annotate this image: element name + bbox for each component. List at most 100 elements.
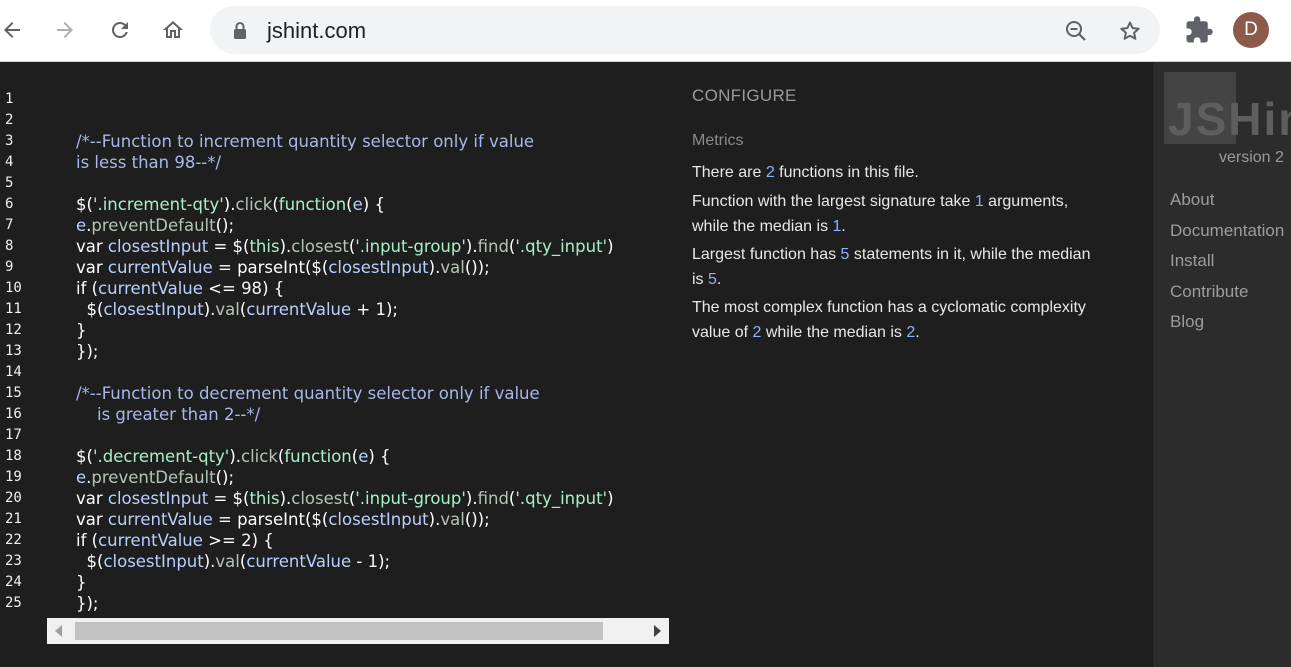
back-button[interactable] <box>0 14 28 46</box>
code-token: 98 <box>241 279 263 298</box>
code-token: var <box>76 237 108 256</box>
line-number: 11 <box>5 301 22 317</box>
extensions-button[interactable] <box>1184 15 1214 45</box>
code-token: /*--Function to increment quantity selec… <box>76 132 535 151</box>
code-token: is greater than 2--*/ <box>76 405 261 424</box>
arrow-right-icon <box>57 22 73 38</box>
code-token: if ( <box>76 279 99 298</box>
code-line[interactable]: e.preventDefault(); <box>76 215 669 236</box>
code-token: closest <box>291 489 349 508</box>
version-label: version 2 <box>1219 149 1284 166</box>
code-token: ) <box>607 489 614 508</box>
code-token: ) { <box>368 447 391 466</box>
code-token: = $( <box>208 237 250 256</box>
nav-link-contribute[interactable]: Contribute <box>1170 282 1248 302</box>
nav-link-about[interactable]: About <box>1170 190 1214 210</box>
scrollbar-thumb[interactable] <box>75 622 603 640</box>
line-number: 8 <box>5 238 14 254</box>
code-token: (); <box>215 216 235 235</box>
code-line[interactable]: e.preventDefault(); <box>76 467 669 488</box>
code-token: ) <box>607 237 614 256</box>
home-button[interactable] <box>157 14 189 46</box>
code-line[interactable]: is greater than 2--*/ <box>76 404 669 425</box>
code-token: } <box>76 573 87 592</box>
code-token: val <box>440 510 465 529</box>
code-line[interactable]: $('.decrement-qty').click(function(e) { <box>76 446 669 467</box>
code-line[interactable]: /*--Function to increment quantity selec… <box>76 131 669 152</box>
code-line[interactable]: if (currentValue >= 2) { <box>76 530 669 551</box>
nav-link-documentation[interactable]: Documentation <box>1170 221 1284 241</box>
url-text[interactable]: jshint.com <box>267 18 366 44</box>
code-line[interactable]: $(closestInput).val(currentValue + 1); <box>76 299 669 320</box>
line-number: 1 <box>5 91 14 107</box>
code-token: e <box>358 447 369 466</box>
code-line[interactable]: /*--Function to decrement quantity selec… <box>76 383 669 404</box>
scroll-right-arrow-icon[interactable] <box>654 625 661 637</box>
code-token: closestInput <box>328 510 429 529</box>
zoom-button[interactable] <box>1063 18 1089 44</box>
code-token: click <box>235 195 273 214</box>
code-token: $( <box>76 552 104 571</box>
code-line[interactable]: is less than 98--*/ <box>76 152 669 173</box>
code-token: preventDefault <box>91 468 216 487</box>
code-token: currentValue <box>246 552 352 571</box>
line-number: 16 <box>5 406 22 422</box>
code-token: $( <box>76 195 93 214</box>
horizontal-scrollbar[interactable] <box>47 618 669 644</box>
code-token: closestInput <box>103 300 204 319</box>
code-line[interactable]: }); <box>76 593 669 614</box>
code-token: var <box>76 258 108 277</box>
code-editor[interactable]: 1 2 3 4 5 6 7 8 9 10 11 12 13 14 15 16 17 18 19 20 21 22 23 24 2… <box>0 62 680 667</box>
code-token: closestInput <box>107 237 209 256</box>
metrics-heading: Metrics <box>692 132 744 149</box>
code-token: 1 <box>375 300 387 319</box>
line-number: 21 <box>5 511 22 527</box>
metric-value: 2 <box>765 164 775 181</box>
code-line[interactable]: $(closestInput).val(currentValue - 1); <box>76 551 669 572</box>
code-line[interactable]: var closestInput = $(this).closest('.inp… <box>76 236 669 257</box>
code-line[interactable] <box>76 362 669 383</box>
code-token: ) { <box>362 195 385 214</box>
code-line[interactable]: var closestInput = $(this).closest('.inp… <box>76 488 669 509</box>
line-number-gutter: 1 2 3 4 5 6 7 8 9 10 11 12 13 14 15 16 17 18 19 20 21 22 23 24 2… <box>0 89 40 614</box>
code-line[interactable]: $('.increment-qty').click(function(e) { <box>76 194 669 215</box>
line-number: 9 <box>5 259 14 275</box>
code-token: /*--Function to decrement quantity selec… <box>76 384 540 403</box>
code-line[interactable] <box>76 173 669 194</box>
forward-button[interactable] <box>49 14 81 46</box>
line-number: 6 <box>5 196 14 212</box>
code-line[interactable]: }); <box>76 341 669 362</box>
code-token: 1 <box>367 552 379 571</box>
code-token: var <box>76 489 108 508</box>
code-line[interactable]: var currentValue = parseInt($(closestInp… <box>76 257 669 278</box>
configure-link[interactable]: CONFIGURE <box>692 86 797 106</box>
code-line[interactable] <box>76 110 669 131</box>
code-token: ). <box>465 489 478 508</box>
code-token: '.qty_input' <box>515 237 608 256</box>
code-area[interactable]: /*--Function to increment quantity selec… <box>76 89 669 614</box>
code-token: if ( <box>76 531 99 550</box>
metric-item: There are 2 functions in this file. <box>692 160 1092 185</box>
nav-link-install[interactable]: Install <box>1170 251 1214 271</box>
line-number: 25 <box>5 595 22 611</box>
code-token: = $( <box>208 489 250 508</box>
code-token: find <box>477 237 509 256</box>
code-line[interactable] <box>76 425 669 446</box>
scroll-left-arrow-icon[interactable] <box>55 625 62 637</box>
nav-link-blog[interactable]: Blog <box>1170 312 1204 332</box>
bookmark-button[interactable] <box>1117 18 1143 44</box>
address-bar[interactable]: jshint.com <box>210 6 1160 54</box>
metric-value: 5 <box>708 271 717 288</box>
code-token: } <box>76 321 87 340</box>
avatar[interactable]: D <box>1233 12 1269 48</box>
code-token: closestInput <box>107 489 209 508</box>
code-line[interactable]: if (currentValue <= 98) { <box>76 278 669 299</box>
metric-text: There are <box>692 164 766 181</box>
code-line[interactable]: var currentValue = parseInt($(closestInp… <box>76 509 669 530</box>
code-line[interactable]: } <box>76 572 669 593</box>
code-token: 2 <box>241 531 252 550</box>
code-line[interactable] <box>76 89 669 110</box>
line-number: 12 <box>5 322 22 338</box>
reload-button[interactable] <box>104 14 136 46</box>
code-line[interactable]: } <box>76 320 669 341</box>
